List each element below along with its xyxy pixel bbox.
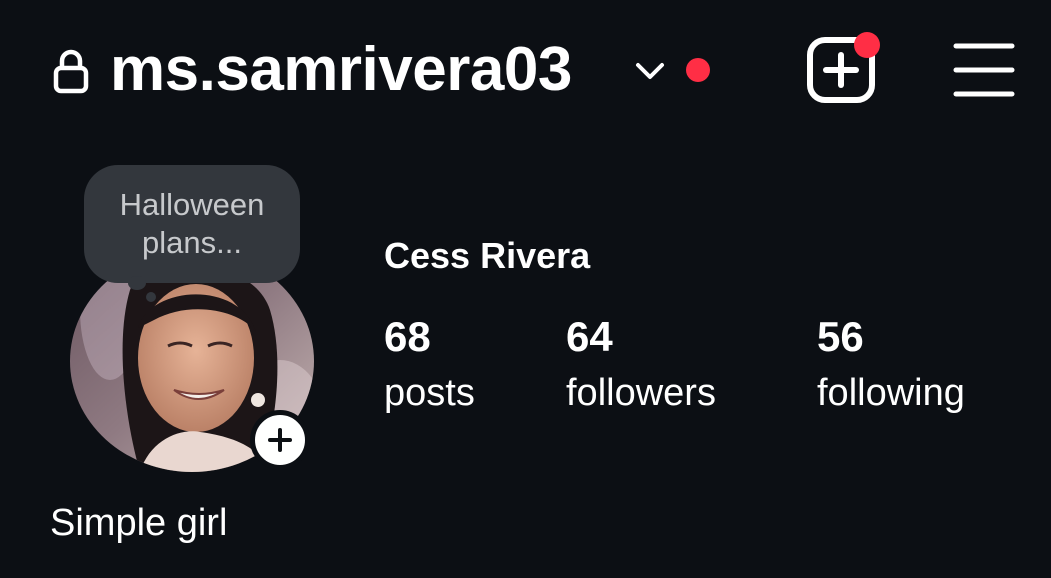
followers-stat[interactable]: 64 followers [566,312,716,418]
create-notification-badge [854,32,880,58]
followers-count: 64 [566,313,613,360]
add-story-button[interactable] [250,410,310,470]
plus-icon [268,428,292,452]
posts-stat[interactable]: 68 posts [384,312,475,418]
notification-dot [686,58,710,82]
following-count: 56 [817,313,864,360]
note-bubble-tail-dot [146,292,156,302]
followers-label: followers [566,372,716,414]
lock-icon [53,49,89,94]
posts-label: posts [384,372,475,414]
note-bubble-tail [128,276,146,290]
profile-note-bubble[interactable]: Halloween plans... [84,165,300,283]
following-label: following [817,372,965,414]
display-name: Cess Rivera [384,235,591,276]
following-stat[interactable]: 56 following [817,312,965,418]
account-username[interactable]: ms.samrivera03 [110,34,572,106]
chevron-down-icon[interactable] [632,58,668,84]
note-text: Halloween plans... [119,187,265,260]
posts-count: 68 [384,313,431,360]
profile-bio: Simple girl [50,502,228,544]
profile-header: ms.samrivera03 [0,0,1051,140]
hamburger-menu-icon[interactable] [952,40,1016,100]
